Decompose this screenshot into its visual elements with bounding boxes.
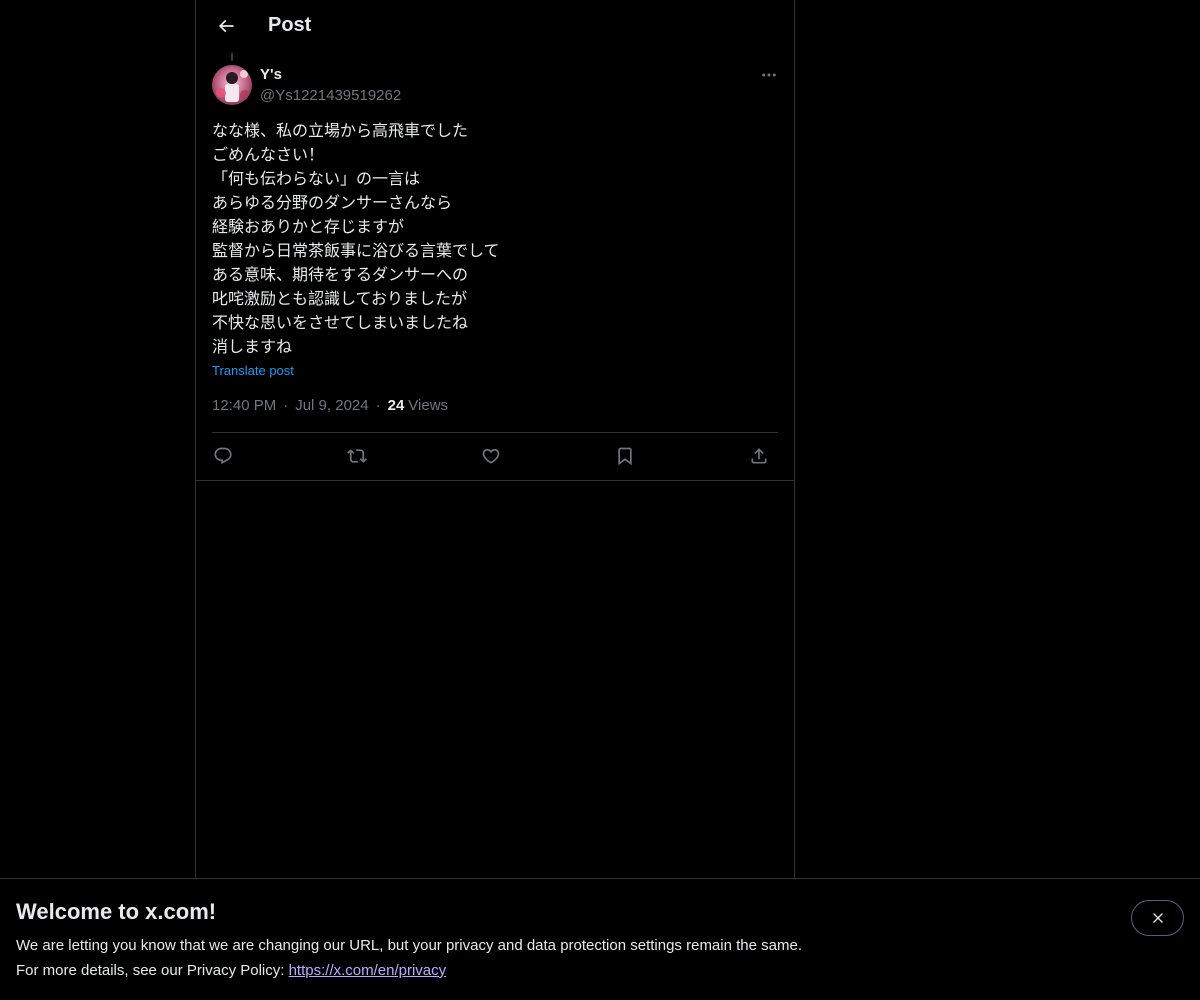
post-text-line: ある意味、期待をするダンサーへの [212,265,469,284]
banner-title: Welcome to x.com! [16,899,217,924]
privacy-policy-link[interactable]: https://x.com/en/privacy [289,962,447,979]
post-text-line: なな様、私の立場から高飛車でした [212,121,469,140]
avatar[interactable] [212,65,252,105]
welcome-banner: Welcome to x.com! We are letting you kno… [0,878,1200,1000]
close-banner-button[interactable] [1131,900,1184,936]
views-label: Views [408,397,449,414]
meta-separator: · [283,397,289,414]
primary-column: Post Y's @Ys1221439519262 なな様、私の立場から高飛車で… [195,0,795,1000]
close-icon [1152,913,1163,923]
translate-post-link[interactable]: Translate post [212,363,294,378]
author-handle[interactable]: @Ys1221439519262 [260,87,401,104]
views-count: 24 [387,397,405,414]
post-text-line: 監督から日常茶飯事に浴びる言葉でして [212,241,500,260]
post-meta: 12:40 PM · Jul 9, 2024 · 24 Views [212,397,448,414]
banner-privacy-note: For more details, see our Privacy Policy… [16,962,446,979]
page-header: Post [196,0,794,53]
more-horizontal-icon [762,73,776,77]
post-time[interactable]: 12:40 PM [212,397,276,414]
repost-button[interactable] [342,441,372,471]
bookmark-button[interactable] [610,441,640,471]
like-icon [482,448,500,464]
post-date[interactable]: Jul 9, 2024 [295,397,368,414]
share-icon [751,448,767,464]
repost-icon [347,449,367,463]
reply-icon [214,447,232,465]
banner-message: We are letting you know that we are chan… [16,937,802,954]
arrow-left-icon [218,19,234,33]
post-text-line: あらゆる分野のダンサーさんなら [212,193,453,212]
reply-button[interactable] [208,441,238,471]
post-text-line: 「何も伝わらない」の一言は [212,169,421,188]
post-text-line: 経験おありかと存じますが [212,217,405,236]
divider [196,480,794,481]
like-button[interactable] [476,441,506,471]
post-text-line: ごめんなさい！ [212,145,325,164]
back-button[interactable] [208,8,244,44]
avatar-image [212,65,252,105]
bookmark-icon [618,447,632,466]
post-text-line: 不快な思いをさせてしまいましたね [212,313,469,332]
post-text: なな様、私の立場から高飛車でした ごめんなさい！ 「何も伝わらない」の一言は あ… [212,119,778,359]
banner-privacy-prefix: For more details, see our Privacy Policy… [16,962,289,979]
author-display-name[interactable]: Y's [260,66,282,83]
post-action-bar [212,436,778,478]
post-text-line: 消しますね [212,337,293,356]
meta-separator: · [375,397,381,414]
divider [212,432,778,433]
post-text-line: 叱咤激励とも認識しておりましたが [212,289,468,308]
share-button[interactable] [744,441,774,471]
more-options-button[interactable] [754,64,784,86]
page-title: Post [268,14,312,36]
thread-connector-line [231,53,233,61]
